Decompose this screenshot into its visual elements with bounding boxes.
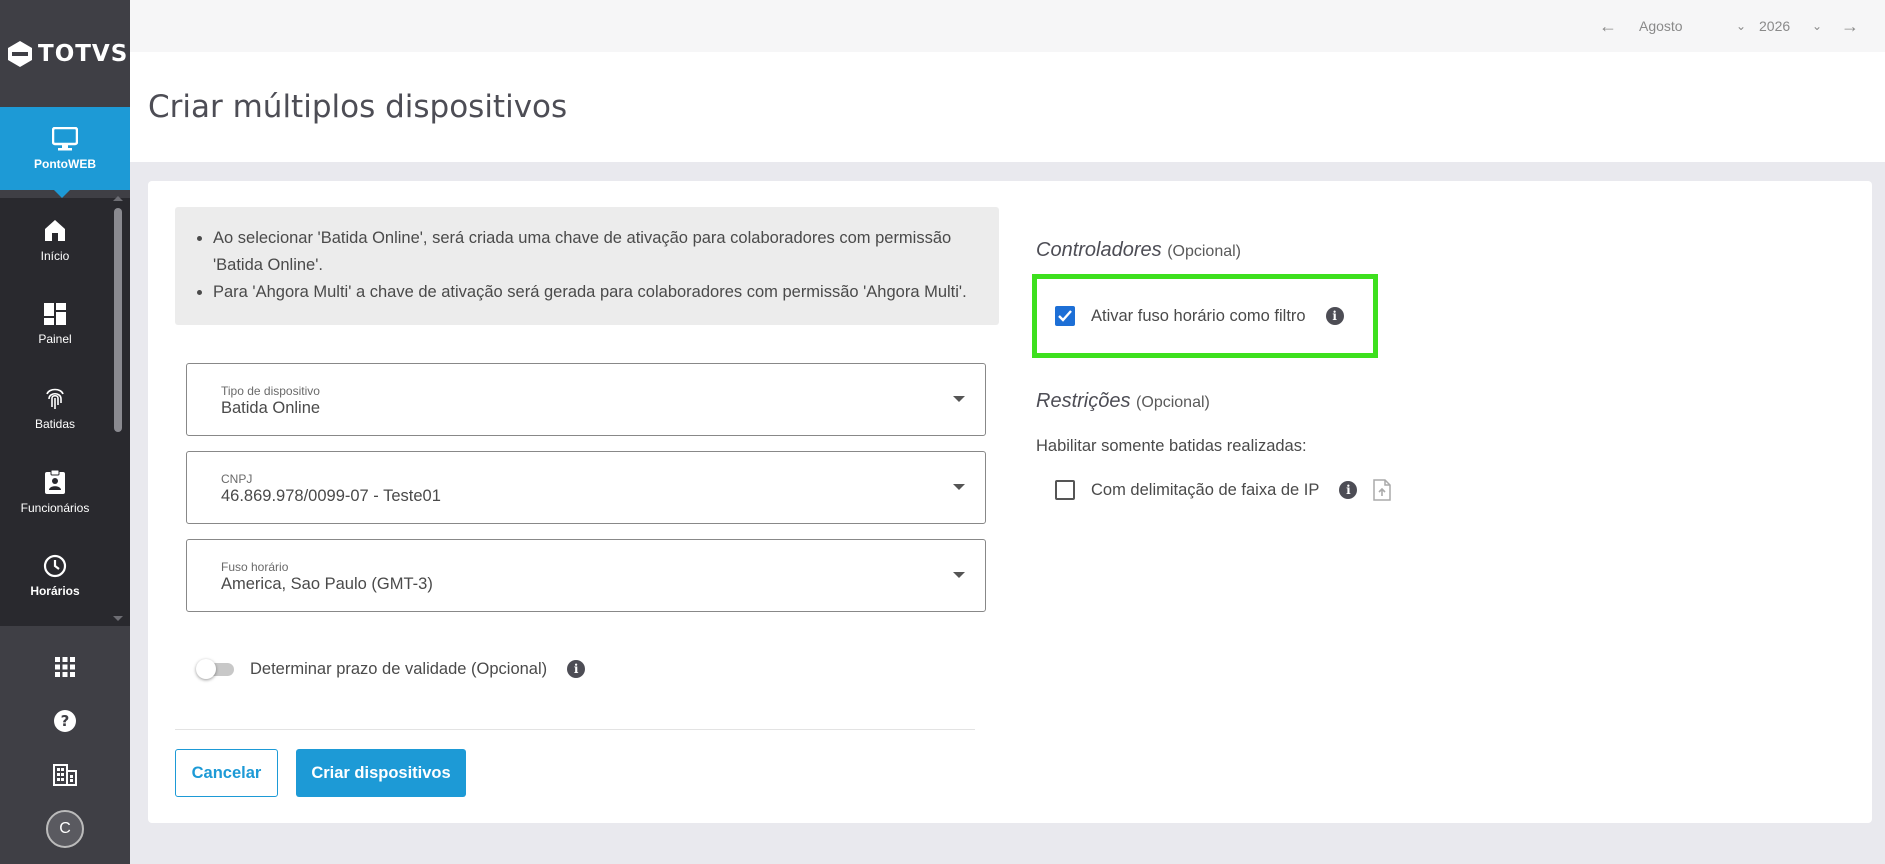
scroll-up-arrow[interactable] xyxy=(113,196,123,201)
fingerprint-icon xyxy=(46,388,64,409)
timezone-label: Fuso horário xyxy=(221,560,289,574)
sidebar-item-label: Painel xyxy=(38,332,72,346)
next-month-arrow-icon[interactable]: → xyxy=(1835,16,1865,37)
page-title: Criar múltiplos dispositivos xyxy=(148,89,568,125)
validity-toggle-label: Determinar prazo de validade (Opcional) xyxy=(250,659,548,678)
caret-down-icon xyxy=(953,484,965,490)
optional-label: (Opcional) xyxy=(1136,394,1210,411)
help-button[interactable]: ? xyxy=(0,694,130,748)
validity-toggle-row: Determinar prazo de validade (Opcional) … xyxy=(196,659,586,679)
year-select[interactable]: 2026 xyxy=(1759,18,1799,34)
sidebar: TOTVS PontoWEB Início Painel Batidas Fun… xyxy=(0,0,130,864)
toggle-knob xyxy=(196,659,216,679)
sidebar-item-painel[interactable]: Painel xyxy=(0,282,110,366)
month-select[interactable]: Agosto xyxy=(1623,18,1723,34)
help-icon: ? xyxy=(54,710,76,732)
timezone-filter-row: Ativar fuso horário como filtro i xyxy=(1055,306,1344,326)
building-icon xyxy=(53,764,77,786)
device-type-label: Tipo de dispositivo xyxy=(221,384,320,398)
sidebar-item-horarios[interactable]: Horários xyxy=(0,534,110,618)
device-type-select[interactable]: Tipo de dispositivo Batida Online xyxy=(186,363,986,436)
sidebar-item-label: Início xyxy=(40,249,70,263)
checkmark-icon xyxy=(1058,310,1072,322)
sidebar-bottom: ? C xyxy=(0,640,130,856)
sidebar-scrollbar[interactable] xyxy=(114,208,122,432)
caret-down-icon xyxy=(953,396,965,402)
page-header: Criar múltiplos dispositivos xyxy=(130,52,1885,162)
sidebar-item-batidas[interactable]: Batidas xyxy=(0,366,110,450)
totvs-logo[interactable]: TOTVS xyxy=(0,0,130,107)
info-icon[interactable]: i xyxy=(1339,481,1358,499)
file-upload-icon[interactable] xyxy=(1373,479,1392,501)
cancel-button[interactable]: Cancelar xyxy=(175,749,278,797)
apps-grid-button[interactable] xyxy=(0,640,130,694)
divider xyxy=(175,729,975,730)
timezone-filter-checkbox[interactable] xyxy=(1055,306,1075,326)
app-tile-pontoweb[interactable]: PontoWEB xyxy=(0,107,130,198)
sidebar-item-label: Batidas xyxy=(34,417,76,431)
cnpj-label: CNPJ xyxy=(221,472,253,486)
sidebar-item-funcionarios[interactable]: Funcionários xyxy=(0,450,110,534)
timezone-filter-label: Ativar fuso horário como filtro xyxy=(1091,306,1306,325)
previous-month-arrow-icon[interactable]: ← xyxy=(1593,16,1623,37)
info-box: Ao selecionar 'Batida Online', será cria… xyxy=(175,207,999,325)
timezone-select[interactable]: Fuso horário America, Sao Paulo (GMT-3) xyxy=(186,539,986,612)
avatar: C xyxy=(46,810,84,848)
ip-range-label: Com delimitação de faixa de IP xyxy=(1091,480,1320,499)
home-icon xyxy=(45,220,65,241)
monitor-icon xyxy=(52,126,78,150)
cnpj-value: 46.869.978/0099-07 - Teste01 xyxy=(221,487,441,505)
timezone-value: America, Sao Paulo (GMT-3) xyxy=(221,575,433,593)
sidebar-nav: Início Painel Batidas Funcionários Horár… xyxy=(0,198,130,626)
device-type-value: Batida Online xyxy=(221,399,321,417)
controllers-section-title: Controladores (Opcional) xyxy=(1036,239,1241,262)
optional-label: (Opcional) xyxy=(1167,243,1241,260)
create-devices-button[interactable]: Criar dispositivos xyxy=(296,749,466,797)
form-card: Ao selecionar 'Batida Online', será cria… xyxy=(148,181,1872,823)
validity-toggle[interactable] xyxy=(196,659,238,679)
sidebar-item-label: Funcionários xyxy=(20,501,90,515)
user-avatar-button[interactable]: C xyxy=(0,802,130,856)
svg-text:?: ? xyxy=(61,712,70,730)
company-button[interactable] xyxy=(0,748,130,802)
brand-name: TOTVS xyxy=(38,40,129,67)
ip-range-row: Com delimitação de faixa de IP i xyxy=(1055,479,1392,501)
info-icon[interactable]: i xyxy=(567,660,586,678)
badge-icon xyxy=(45,469,65,494)
chevron-down-icon[interactable]: ⌄ xyxy=(1799,19,1835,33)
topbar: ← Agosto ⌄ 2026 ⌄ → xyxy=(130,0,1885,52)
caret-down-icon xyxy=(953,572,965,578)
scroll-down-arrow[interactable] xyxy=(113,616,123,621)
restrictions-title: Restrições xyxy=(1036,390,1131,412)
ip-range-checkbox[interactable] xyxy=(1055,480,1075,500)
restrictions-section-title: Restrições (Opcional) xyxy=(1036,390,1210,413)
clock-icon xyxy=(43,554,67,578)
sidebar-item-label: Horários xyxy=(30,584,80,598)
restrictions-subtitle: Habilitar somente batidas realizadas: xyxy=(1036,437,1307,455)
app-tile-label: PontoWEB xyxy=(34,156,96,171)
chevron-down-icon[interactable]: ⌄ xyxy=(1723,19,1759,33)
info-icon[interactable]: i xyxy=(1325,307,1344,325)
sidebar-item-inicio[interactable]: Início xyxy=(0,198,110,282)
cnpj-select[interactable]: CNPJ 46.869.978/0099-07 - Teste01 xyxy=(186,451,986,524)
apps-grid-icon xyxy=(55,657,75,677)
controllers-title: Controladores xyxy=(1036,239,1162,261)
totvs-logo-icon xyxy=(8,40,32,67)
info-item: Para 'Ahgora Multi' a chave de ativação … xyxy=(213,279,981,306)
info-item: Ao selecionar 'Batida Online', será cria… xyxy=(213,225,981,279)
dashboard-icon xyxy=(44,303,66,325)
